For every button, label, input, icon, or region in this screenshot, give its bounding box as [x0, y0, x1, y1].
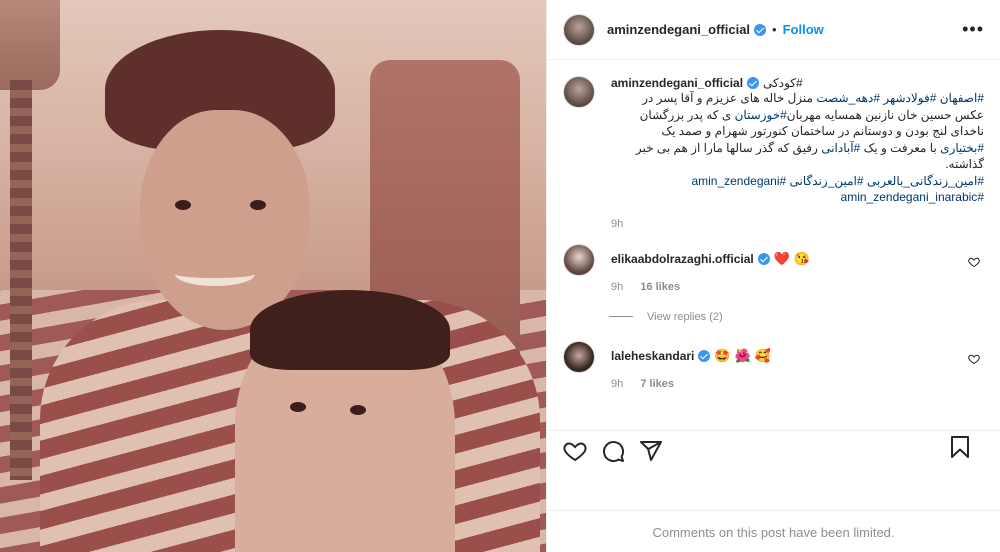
hashtag[interactable]: #امین_زندگانی_بالعربی	[867, 174, 984, 188]
caption-line: گذاشته.	[945, 157, 984, 171]
caption-line: با معرفت و یک	[863, 140, 937, 155]
hashtag[interactable]: #amin_zendegani	[691, 174, 786, 188]
photo-boy-face	[140, 110, 310, 330]
comment-meta: 9h 7 likes	[611, 378, 984, 390]
verified-badge-icon	[754, 23, 767, 36]
comments-section[interactable]: aminzendegani_official #کودکی #اصفهان #ف…	[547, 60, 1000, 430]
comment-like-heart-icon[interactable]	[968, 256, 980, 268]
verified-badge-icon	[698, 349, 711, 362]
separator-dot: •	[772, 22, 777, 37]
emoji-flower: 🌺	[734, 347, 751, 363]
comment-row: elikaabdolrazaghi.official ❤️ 😘 9h 16 li…	[563, 243, 984, 293]
follow-button[interactable]: Follow	[783, 22, 824, 37]
commenter-avatar[interactable]	[563, 340, 595, 373]
caption-username[interactable]: aminzendegani_official	[611, 76, 743, 90]
hashtag[interactable]: #امین_زندگانی	[790, 174, 864, 188]
verified-badge-icon	[747, 77, 760, 89]
caption-text: #اصفهان #فولادشهر #دهه_شصت منزل خاله های…	[611, 90, 984, 206]
hashtag[interactable]: #اصفهان	[940, 91, 984, 105]
comment-time[interactable]: 9h	[611, 378, 623, 390]
photo-lamp-stand	[10, 80, 32, 480]
emoji-star-struck: 🤩	[714, 347, 731, 363]
photo-boy-eye	[175, 200, 191, 210]
share-icon[interactable]	[639, 439, 663, 463]
emoji-heart: ❤️	[773, 250, 790, 266]
caption-time[interactable]: 9h	[611, 218, 623, 230]
view-replies-label: View replies (2)	[647, 310, 723, 323]
photo-lamp-shade	[0, 0, 60, 90]
author-avatar[interactable]	[563, 13, 595, 46]
caption-line: ی که پدر بزرگشان	[639, 107, 732, 122]
comment-likes[interactable]: 7 likes	[640, 378, 674, 390]
photo-baby-eye	[350, 405, 366, 415]
commenter-username[interactable]: elikaabdolrazaghi.official	[611, 252, 754, 266]
comment-body: laleheskandari 🤩 🌺 🥰 9h 7 likes	[611, 341, 984, 390]
emoji-smiling-hearts: 🥰	[754, 347, 771, 363]
post-action-bar	[547, 430, 1000, 470]
view-replies-button[interactable]: View replies (2)	[609, 311, 984, 323]
photo-baby-hair	[250, 290, 450, 370]
post-header: aminzendegani_official • Follow •••	[547, 0, 1000, 60]
post-photo[interactable]	[0, 0, 546, 552]
caption-line: منزل خاله های عزیزم و آقا پسر در	[642, 91, 813, 105]
hashtag[interactable]: #خوزستان	[735, 108, 787, 122]
comment-like-heart-icon[interactable]	[968, 353, 980, 365]
caption-row: aminzendegani_official #کودکی #اصفهان #ف…	[563, 76, 984, 230]
heart-icon[interactable]	[563, 439, 587, 463]
commenter-avatar[interactable]	[563, 243, 595, 276]
post-side-panel: aminzendegani_official • Follow ••• amin…	[546, 0, 1000, 552]
caption-author-avatar[interactable]	[563, 76, 595, 108]
caption-body: aminzendegani_official #کودکی #اصفهان #ف…	[611, 76, 984, 230]
comment-icon[interactable]	[601, 439, 625, 463]
hashtag[interactable]: #کودکی	[763, 76, 803, 90]
caption-line: رفیق که گذر سالها مارا از هم بی خبر	[635, 140, 818, 155]
comment-likes[interactable]: 16 likes	[640, 281, 680, 293]
hashtag[interactable]: #فولادشهر	[883, 91, 936, 105]
hashtag[interactable]: #amin_zendegani_inarabic	[841, 190, 984, 204]
photo-boy-smile	[175, 262, 255, 286]
verified-badge-icon	[757, 252, 770, 265]
caption-line: ناخدای لنج بودن و دوستانم در ساختمان کنو…	[661, 124, 984, 138]
comment-body: elikaabdolrazaghi.official ❤️ 😘 9h 16 li…	[611, 244, 984, 293]
emoji-kiss: 😘	[793, 250, 811, 266]
author-username[interactable]: aminzendegani_official	[607, 22, 750, 37]
photo-baby-eye	[290, 402, 306, 412]
comment-row: laleheskandari 🤩 🌺 🥰 9h 7 likes	[563, 340, 984, 390]
commenter-username[interactable]: laleheskandari	[611, 349, 694, 363]
comment-time[interactable]: 9h	[611, 281, 623, 293]
replies-divider-line	[609, 316, 633, 317]
hashtag[interactable]: #دهه_شصت	[816, 91, 880, 105]
bookmark-icon[interactable]	[948, 435, 972, 459]
more-options-icon[interactable]: •••	[962, 20, 984, 38]
comments-limited-notice: Comments on this post have been limited.	[547, 510, 1000, 552]
comment-meta: 9h 16 likes	[611, 281, 984, 293]
caption-meta: 9h	[611, 218, 984, 230]
caption-line: عکس حسین خان نازنین همسایه مهربان	[786, 107, 984, 122]
hashtag[interactable]: #بختیاری	[940, 141, 984, 155]
hashtag[interactable]: #آبادانی	[821, 141, 860, 155]
photo-boy-eye	[250, 200, 266, 210]
